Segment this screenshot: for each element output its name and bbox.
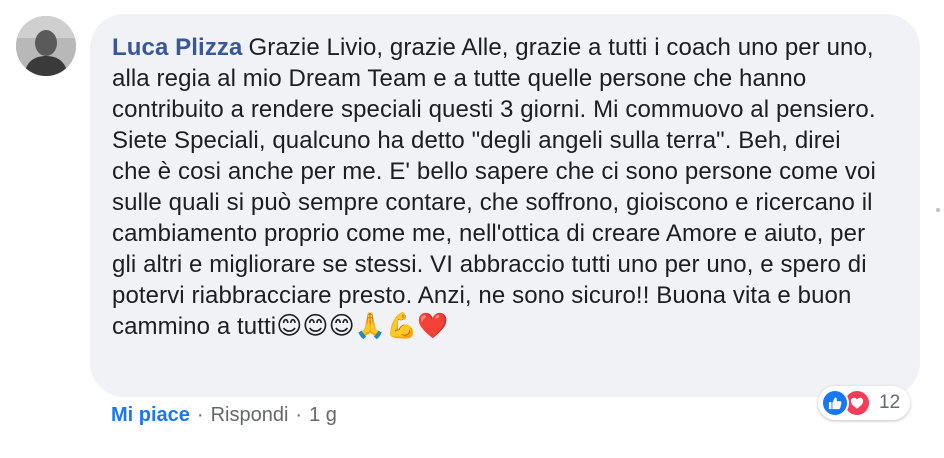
avatar[interactable]: [16, 16, 76, 76]
comment-author[interactable]: Luca Plizza: [112, 34, 242, 61]
emoji-row: 😊😊😊🙏💪❤️: [276, 312, 449, 340]
reply-button[interactable]: Rispondi: [211, 404, 289, 427]
like-button[interactable]: Mi piace: [111, 404, 190, 427]
flexed-biceps-emoji: 💪: [385, 312, 418, 340]
comment-bubble: Luca Plizza Grazie Livio, grazie Alle, gr…: [90, 14, 920, 397]
comment-text: Grazie Livio, grazie Alle, grazie a tutt…: [112, 34, 876, 340]
comment-body: Luca Plizza Grazie Livio, grazie Alle, gr…: [112, 32, 880, 342]
like-icon: [821, 389, 849, 417]
avatar-photo: [16, 16, 76, 76]
separator: ·: [295, 404, 303, 426]
separator: ·: [196, 404, 204, 426]
reaction-count: 12: [879, 392, 901, 413]
timestamp[interactable]: 1 g: [309, 404, 337, 427]
comment-actions: Mi piace · Rispondi · 1 g: [111, 404, 337, 427]
smiling-face-emoji: 😊: [276, 312, 303, 340]
smiling-face-emoji: 😊: [302, 312, 329, 340]
folded-hands-emoji: 🙏: [354, 312, 386, 340]
red-heart-emoji: ❤️: [417, 312, 449, 340]
reactions-summary[interactable]: 12: [818, 386, 911, 420]
smiling-face-emoji: 😊: [328, 312, 355, 340]
more-options-icon[interactable]: [936, 208, 940, 212]
